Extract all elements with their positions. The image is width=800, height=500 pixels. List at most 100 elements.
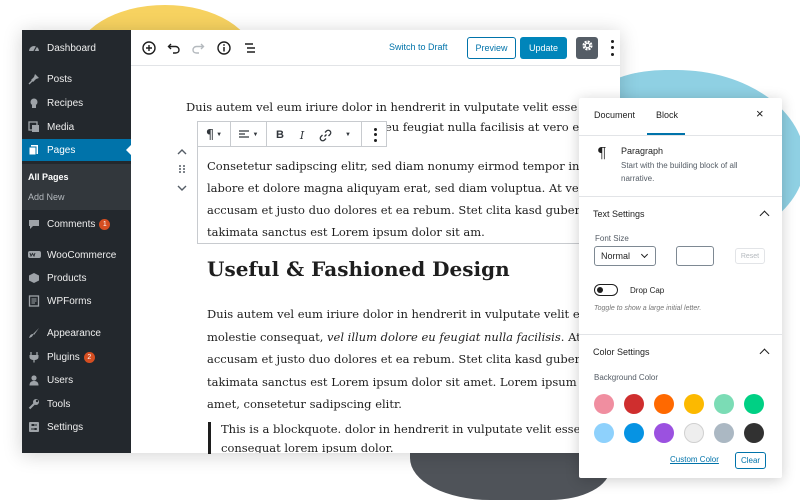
- drag-handle-icon[interactable]: [178, 161, 186, 179]
- sidebar-item-woocommerce[interactable]: WooCommerce: [22, 244, 131, 266]
- preview-button[interactable]: Preview: [467, 37, 516, 59]
- drop-cap-label: Drop Cap: [630, 286, 665, 295]
- block-description: narrative.: [621, 174, 655, 183]
- content-heading: Useful & Fashioned Design: [207, 257, 510, 281]
- paragraph-block-icon: ¶: [597, 144, 607, 162]
- color-swatch[interactable]: [684, 394, 704, 414]
- paragraph-2-line: Duis autem vel eum iriure dolor in hendr…: [207, 307, 579, 321]
- paragraph-2: Duis autem vel eum iriure dolor in hendr…: [207, 303, 579, 416]
- color-swatch[interactable]: [684, 423, 704, 443]
- bold-icon[interactable]: B: [273, 127, 287, 143]
- text-settings-title[interactable]: Text Settings: [593, 209, 645, 219]
- products-icon: [27, 271, 41, 285]
- sidebar-item-products[interactable]: Products: [22, 267, 131, 289]
- sidebar-item-label: Tools: [47, 398, 71, 410]
- block-title: Paragraph: [621, 146, 664, 156]
- color-swatch[interactable]: [714, 394, 734, 414]
- italic-icon[interactable]: I: [295, 127, 309, 143]
- block-more-options-icon[interactable]: [370, 127, 380, 143]
- sidebar-item-dashboard[interactable]: Dashboard: [22, 37, 131, 59]
- sidebar-item-wpforms[interactable]: WPForms: [22, 290, 131, 312]
- blockquote-line: This is a blockquote. dolor in hendrerit…: [221, 422, 579, 436]
- comments-count-badge: 1: [99, 218, 111, 230]
- sidebar-item-tools[interactable]: Tools: [22, 393, 131, 415]
- add-block-icon[interactable]: [140, 39, 158, 57]
- color-swatch[interactable]: [654, 423, 674, 443]
- sidebar-item-settings[interactable]: Settings: [22, 416, 131, 438]
- color-swatch[interactable]: [594, 394, 614, 414]
- recipes-icon: [27, 96, 41, 110]
- sidebar-item-posts[interactable]: Posts: [22, 68, 131, 90]
- woocommerce-icon: [27, 248, 41, 262]
- sidebar-item-label: Comments: [47, 218, 96, 230]
- redo-icon[interactable]: [189, 39, 207, 57]
- submenu-add-new[interactable]: Add New: [28, 192, 65, 202]
- chevron-down-icon: [640, 250, 649, 259]
- color-settings-title[interactable]: Color Settings: [593, 347, 650, 357]
- switch-to-draft-link[interactable]: Switch to Draft: [389, 42, 448, 52]
- drop-cap-help: Toggle to show a large initial letter.: [594, 305, 702, 312]
- align-left-icon[interactable]: ▼: [235, 127, 261, 143]
- sidebar-item-label: Dashboard: [47, 42, 96, 54]
- sidebar-item-plugins[interactable]: Plugins 2: [22, 346, 131, 368]
- media-icon: [27, 120, 41, 134]
- forms-icon: [27, 294, 41, 308]
- sidebar-item-pages[interactable]: Pages: [22, 139, 131, 161]
- dashboard-icon: [27, 41, 41, 55]
- paragraph-2-line: amet, consetetur sadipscing elitr.: [207, 397, 402, 411]
- pages-icon: [27, 143, 41, 157]
- sidebar-item-label: Appearance: [47, 327, 101, 339]
- custom-color-link[interactable]: Custom Color: [670, 455, 719, 464]
- color-swatch[interactable]: [714, 423, 734, 443]
- sidebar-item-media[interactable]: Media: [22, 116, 131, 138]
- background-color-label: Background Color: [594, 373, 659, 382]
- chevron-up-icon[interactable]: [759, 348, 770, 359]
- selected-paragraph-text[interactable]: Consetetur sadipscing elitr, sed diam no…: [207, 155, 579, 243]
- close-icon[interactable]: ×: [756, 106, 764, 121]
- undo-icon[interactable]: [165, 39, 183, 57]
- more-options-icon[interactable]: [607, 38, 617, 58]
- color-swatch[interactable]: [654, 394, 674, 414]
- more-formats-chevron-icon[interactable]: ▼: [343, 127, 353, 143]
- font-size-input[interactable]: [676, 246, 714, 266]
- sidebar-item-label: Pages: [47, 144, 76, 156]
- paragraph-transform-icon[interactable]: ¶ ▼: [203, 127, 225, 143]
- color-swatch[interactable]: [744, 423, 764, 443]
- block-description: Start with the building block of all: [621, 161, 738, 170]
- clear-button[interactable]: Clear: [735, 452, 766, 469]
- paragraph-2-line: molestie consequat, vel illum dolore eu …: [207, 329, 579, 344]
- selected-line: takimata sanctus est Lorem ipsum dolor s…: [207, 225, 485, 239]
- font-size-select[interactable]: Normal: [594, 246, 656, 266]
- chevron-up-icon[interactable]: [759, 210, 770, 221]
- settings-toggle-button[interactable]: [576, 37, 598, 59]
- color-swatch[interactable]: [744, 394, 764, 414]
- wrench-icon: [27, 397, 41, 411]
- sidebar-item-users[interactable]: Users: [22, 369, 131, 391]
- update-button[interactable]: Update: [520, 37, 567, 59]
- sidebar-item-recipes[interactable]: Recipes: [22, 92, 131, 114]
- list-view-icon[interactable]: [241, 39, 259, 57]
- color-swatch[interactable]: [624, 423, 644, 443]
- chevron-down-icon[interactable]: [177, 179, 187, 197]
- submenu-all-pages[interactable]: All Pages: [28, 172, 69, 182]
- tab-document[interactable]: Document: [594, 110, 635, 120]
- paragraph-1-line-1: Duis autem vel eum iriure dolor in hendr…: [186, 100, 578, 114]
- chevron-up-icon[interactable]: [177, 143, 187, 161]
- selected-line: labore et dolore magna aliquyam erat, se…: [207, 181, 579, 195]
- blockquote-bar: [208, 422, 211, 454]
- link-icon[interactable]: [317, 127, 333, 143]
- settings-icon: [27, 420, 41, 434]
- sidebar-item-appearance[interactable]: Appearance: [22, 322, 131, 344]
- editor-toolbar: Switch to Draft Preview Update: [131, 30, 620, 66]
- admin-sidebar: Dashboard Posts Recipes Media Pages All …: [22, 30, 131, 453]
- reset-button[interactable]: Reset: [735, 248, 765, 264]
- tab-block[interactable]: Block: [656, 110, 678, 120]
- drop-cap-toggle[interactable]: [594, 284, 618, 296]
- sidebar-item-comments[interactable]: Comments 1: [22, 213, 131, 235]
- sidebar-item-label: Users: [47, 374, 74, 386]
- color-swatch[interactable]: [594, 423, 614, 443]
- info-icon[interactable]: [215, 39, 233, 57]
- plugins-count-badge: 2: [83, 351, 95, 363]
- sidebar-item-label: Recipes: [47, 97, 84, 109]
- color-swatch[interactable]: [624, 394, 644, 414]
